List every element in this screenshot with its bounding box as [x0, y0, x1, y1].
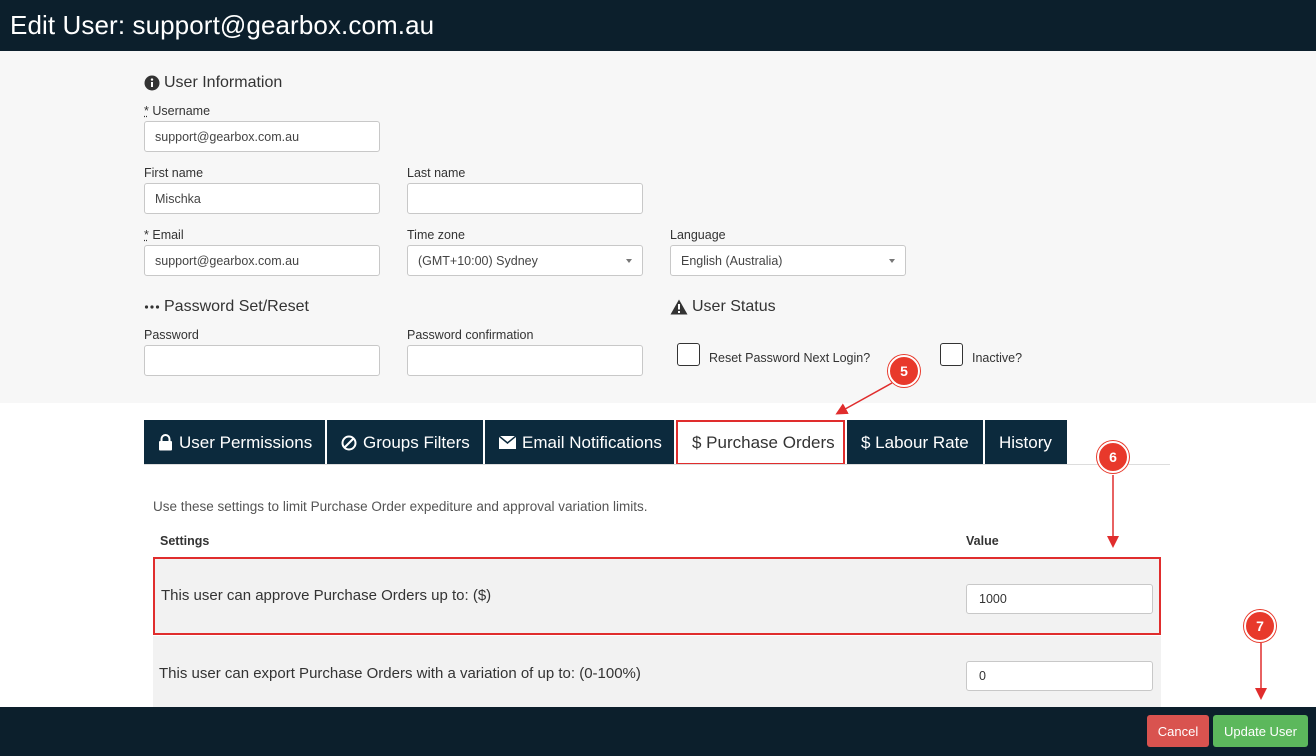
password-confirmation-label: Password confirmation	[407, 328, 534, 342]
language-value: English (Australia)	[681, 253, 783, 268]
time-zone-value: (GMT+10:00) Sydney	[418, 253, 538, 268]
username-label: * Username	[144, 104, 211, 118]
warning-icon	[670, 299, 688, 315]
password-label: Password	[144, 328, 199, 342]
password-heading: Password Set/Reset	[144, 298, 309, 316]
email-input[interactable]: support@gearbox.com.au	[144, 245, 380, 276]
caret-down-icon	[626, 259, 632, 263]
table-row: This user can export Purchase Orders wit…	[153, 636, 1161, 708]
password-title: Password Set/Reset	[164, 298, 309, 315]
step-marker-5: 5	[888, 355, 920, 387]
user-information-heading: User Information	[144, 74, 282, 92]
tab-labour-rate[interactable]: $ Labour Rate	[847, 420, 983, 465]
settings-column-header: Settings	[160, 534, 210, 548]
update-user-button[interactable]: Update User	[1213, 715, 1308, 747]
page-title: Edit User: support@gearbox.com.au	[10, 10, 435, 40]
title-bar: Edit User: support@gearbox.com.au	[0, 0, 1316, 51]
password-confirmation-input[interactable]	[407, 345, 643, 376]
tab-purchase-orders[interactable]: $ Purchase Orders	[676, 420, 845, 465]
tab-history[interactable]: History	[985, 420, 1067, 465]
variation-limit-input[interactable]: 0	[966, 661, 1153, 691]
reset-password-checkbox[interactable]	[677, 343, 700, 366]
user-status-heading: User Status	[670, 298, 776, 316]
language-label: Language	[670, 228, 726, 242]
tab-groups-filters[interactable]: Groups Filters	[327, 420, 483, 465]
step-marker-6: 6	[1097, 441, 1129, 473]
user-status-title: User Status	[692, 298, 776, 315]
info-circle-icon	[144, 75, 160, 91]
tab-purchase-orders-label: $ Purchase Orders	[692, 432, 835, 452]
tab-email-notifications[interactable]: Email Notifications	[485, 420, 674, 465]
inactive-checkbox[interactable]	[940, 343, 963, 366]
email-label: * Email	[144, 228, 184, 242]
ban-icon	[341, 435, 357, 450]
tab-groups-filters-label: Groups Filters	[363, 432, 470, 452]
cancel-button[interactable]: Cancel	[1147, 715, 1209, 747]
tab-email-notifications-label: Email Notifications	[522, 432, 662, 452]
username-input[interactable]: support@gearbox.com.au	[144, 121, 380, 152]
approve-limit-label: This user can approve Purchase Orders up…	[161, 587, 492, 604]
time-zone-select[interactable]: (GMT+10:00) Sydney	[407, 245, 643, 276]
tab-divider	[144, 464, 1170, 465]
tab-user-permissions-label: User Permissions	[179, 432, 313, 452]
time-zone-label: Time zone	[407, 228, 465, 242]
tab-labour-rate-label: $ Labour Rate	[861, 432, 969, 452]
envelope-icon	[499, 436, 516, 449]
first-name-input[interactable]: Mischka	[144, 183, 380, 214]
approve-limit-input[interactable]: 1000	[966, 584, 1153, 614]
value-column-header: Value	[966, 534, 999, 548]
first-name-label: First name	[144, 166, 204, 180]
password-input[interactable]	[144, 345, 380, 376]
lock-icon	[159, 434, 172, 451]
last-name-label: Last name	[407, 166, 466, 180]
footer-bar	[0, 707, 1316, 756]
reset-password-label: Reset Password Next Login?	[709, 351, 871, 365]
language-select[interactable]: English (Australia)	[670, 245, 906, 276]
ellipsis-icon	[144, 305, 160, 309]
caret-down-icon	[889, 259, 895, 263]
table-row: This user can approve Purchase Orders up…	[153, 557, 1161, 635]
purchase-orders-intro: Use these settings to limit Purchase Ord…	[153, 499, 648, 514]
last-name-input[interactable]	[407, 183, 643, 214]
variation-limit-label: This user can export Purchase Orders wit…	[159, 665, 641, 682]
tab-user-permissions[interactable]: User Permissions	[144, 420, 325, 465]
tab-history-label: History	[999, 432, 1052, 452]
inactive-label: Inactive?	[972, 351, 1023, 365]
user-information-title: User Information	[164, 74, 283, 91]
step-marker-7: 7	[1244, 610, 1276, 642]
